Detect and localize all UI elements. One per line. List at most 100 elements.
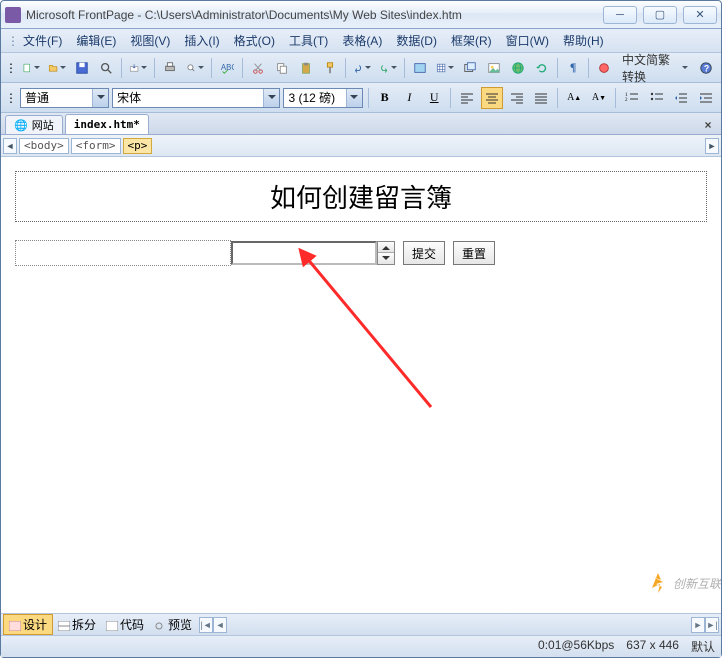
view-bar: 设计 拆分 代码 预览 |◄ ◄ ► ►| — [1, 613, 721, 635]
menu-insert[interactable]: 插入(I) — [178, 30, 225, 51]
show-all-button[interactable]: ¶ — [562, 57, 584, 79]
svg-text:2: 2 — [625, 98, 628, 103]
menu-format[interactable]: 格式(O) — [228, 30, 281, 51]
menu-data[interactable]: 数据(D) — [390, 30, 443, 51]
decrease-font-button[interactable]: A▼ — [588, 87, 610, 109]
bold-button[interactable]: B — [374, 87, 396, 109]
minimize-button[interactable]: ─ — [603, 6, 637, 24]
grip-icon: ⋮ — [5, 91, 17, 105]
app-icon — [5, 7, 21, 23]
status-size: 637 x 446 — [626, 638, 679, 655]
standard-toolbar: ⋮ ABC ¶ 中文简繁转换 ? — [1, 53, 721, 83]
spinner-up-button[interactable] — [378, 242, 394, 253]
italic-button[interactable]: I — [399, 87, 421, 109]
crumb-form[interactable]: <form> — [71, 138, 121, 154]
redo-button[interactable] — [376, 57, 400, 79]
crumb-p[interactable]: <p> — [123, 138, 153, 154]
view-split[interactable]: 拆分 — [53, 615, 101, 634]
breadcrumb-prev-button[interactable]: ◄ — [3, 138, 17, 154]
scroll-next-button[interactable]: ► — [691, 617, 705, 633]
view-preview[interactable]: 预览 — [149, 615, 197, 634]
publish-button[interactable] — [126, 57, 150, 79]
hyperlink-button[interactable] — [507, 57, 529, 79]
design-icon — [9, 620, 21, 630]
spell-button[interactable]: ABC — [216, 57, 238, 79]
copy-button[interactable] — [271, 57, 293, 79]
view-design[interactable]: 设计 — [3, 614, 53, 635]
grip-icon: ⋮ — [7, 34, 15, 48]
font-combo[interactable]: 宋体 — [112, 88, 280, 108]
format-toolbar: ⋮ 普通 宋体 3 (12 磅) B I U A▲ A▼ 12 — [1, 83, 721, 113]
menu-help[interactable]: 帮助(H) — [557, 30, 610, 51]
world-icon: 🌐 — [14, 119, 28, 132]
split-icon — [58, 620, 70, 630]
tab-site[interactable]: 🌐网站 — [5, 115, 63, 134]
format-painter-button[interactable] — [319, 57, 341, 79]
reset-button[interactable]: 重置 — [453, 241, 495, 265]
menu-table[interactable]: 表格(A) — [336, 30, 388, 51]
breadcrumb-next-button[interactable]: ► — [705, 138, 719, 154]
outdent-button[interactable] — [670, 87, 692, 109]
crumb-body[interactable]: <body> — [19, 138, 69, 154]
spinner-down-button[interactable] — [378, 253, 394, 264]
underline-button[interactable]: U — [423, 87, 445, 109]
scroll-prev-button[interactable]: ◄ — [213, 617, 227, 633]
close-button[interactable]: ✕ — [683, 6, 717, 24]
spinner-input[interactable] — [231, 241, 377, 265]
new-button[interactable] — [19, 57, 43, 79]
menu-view[interactable]: 视图(V) — [124, 30, 176, 51]
tab-file[interactable]: index.htm* — [65, 114, 149, 134]
save-button[interactable] — [71, 57, 93, 79]
table-button[interactable] — [433, 57, 457, 79]
tag-breadcrumb: ◄ <body> <form> <p> ► — [1, 135, 721, 157]
watermark: 创新互联 — [646, 571, 721, 595]
increase-font-button[interactable]: A▲ — [563, 87, 585, 109]
numbered-list-button[interactable]: 12 — [621, 87, 643, 109]
status-bar: 0:01@56Kbps 637 x 446 默认 — [1, 635, 721, 657]
submit-button[interactable]: 提交 — [403, 241, 445, 265]
empty-cell[interactable] — [15, 240, 231, 266]
scroll-last-button[interactable]: ►| — [705, 617, 719, 633]
close-tab-button[interactable]: × — [699, 116, 717, 134]
preview-icon — [154, 620, 166, 630]
menubar: ⋮ 文件(F) 编辑(E) 视图(V) 插入(I) 格式(O) 工具(T) 表格… — [1, 29, 721, 53]
menu-frame[interactable]: 框架(R) — [445, 30, 498, 51]
align-right-button[interactable] — [506, 87, 528, 109]
bullet-list-button[interactable] — [646, 87, 668, 109]
menu-edit[interactable]: 编辑(E) — [70, 30, 122, 51]
preview-button[interactable] — [183, 57, 207, 79]
editor-canvas[interactable]: 如何创建留言簿 提交 重置 创新互联 — [1, 157, 721, 613]
spinner-field[interactable] — [231, 241, 395, 265]
align-left-button[interactable] — [456, 87, 478, 109]
conversion-button[interactable]: 中文简繁转换 — [617, 57, 693, 79]
search-button[interactable] — [95, 57, 117, 79]
picture-button[interactable] — [483, 57, 505, 79]
view-code[interactable]: 代码 — [101, 615, 149, 634]
page-heading[interactable]: 如何创建留言簿 — [15, 171, 707, 222]
form-row: 提交 重置 — [15, 240, 707, 266]
open-button[interactable] — [45, 57, 69, 79]
svg-text:?: ? — [704, 63, 709, 73]
paste-button[interactable] — [295, 57, 317, 79]
menu-window[interactable]: 窗口(W) — [500, 30, 555, 51]
window-title: Microsoft FrontPage - C:\Users\Administr… — [26, 8, 603, 22]
print-button[interactable] — [159, 57, 181, 79]
help-button[interactable]: ? — [695, 57, 717, 79]
indent-button[interactable] — [695, 87, 717, 109]
status-mode: 默认 — [691, 638, 715, 655]
menu-file[interactable]: 文件(F) — [17, 30, 68, 51]
size-combo[interactable]: 3 (12 磅) — [283, 88, 362, 108]
undo-button[interactable] — [350, 57, 374, 79]
align-justify-button[interactable] — [530, 87, 552, 109]
layer-button[interactable] — [459, 57, 481, 79]
style-combo[interactable]: 普通 — [20, 88, 109, 108]
align-center-button[interactable] — [481, 87, 503, 109]
code-icon — [106, 620, 118, 630]
cut-button[interactable] — [247, 57, 269, 79]
menu-tools[interactable]: 工具(T) — [283, 30, 334, 51]
refresh-button[interactable] — [531, 57, 553, 79]
maximize-button[interactable]: ▢ — [643, 6, 677, 24]
web-component-button[interactable] — [409, 57, 431, 79]
scroll-first-button[interactable]: |◄ — [199, 617, 213, 633]
zoom-button[interactable] — [593, 57, 615, 79]
